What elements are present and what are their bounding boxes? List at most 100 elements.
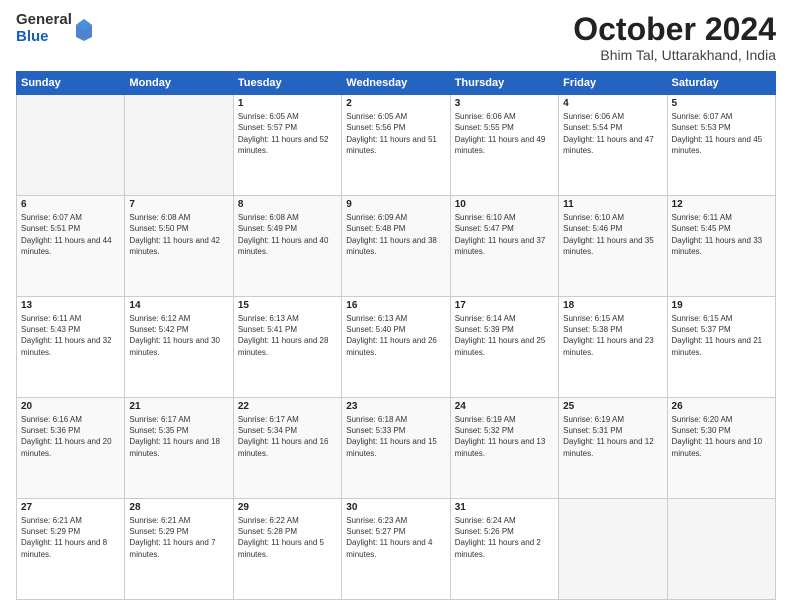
table-row — [667, 499, 775, 600]
col-tuesday: Tuesday — [233, 72, 341, 95]
day-number: 25 — [563, 401, 662, 412]
day-number: 11 — [563, 199, 662, 210]
day-number: 8 — [238, 199, 337, 210]
day-number: 9 — [346, 199, 445, 210]
logo-blue: Blue — [16, 29, 72, 46]
logo-text: General Blue — [16, 12, 72, 45]
table-row: 10 Sunrise: 6:10 AMSunset: 5:47 PMDayligh… — [450, 196, 558, 297]
page: General Blue October 2024 Bhim Tal, Utta… — [0, 0, 792, 612]
table-row — [125, 95, 233, 196]
header: General Blue October 2024 Bhim Tal, Utta… — [16, 12, 776, 63]
day-number: 21 — [129, 401, 228, 412]
location-subtitle: Bhim Tal, Uttarakhand, India — [573, 47, 776, 63]
table-row: 15 Sunrise: 6:13 AMSunset: 5:41 PMDayligh… — [233, 297, 341, 398]
day-number: 4 — [563, 98, 662, 109]
day-info: Sunrise: 6:08 AMSunset: 5:50 PMDaylight:… — [129, 212, 228, 257]
calendar-header-row: Sunday Monday Tuesday Wednesday Thursday… — [17, 72, 776, 95]
table-row: 1 Sunrise: 6:05 AMSunset: 5:57 PMDaylight… — [233, 95, 341, 196]
day-number: 10 — [455, 199, 554, 210]
day-info: Sunrise: 6:19 AMSunset: 5:31 PMDaylight:… — [563, 414, 662, 459]
calendar-table: Sunday Monday Tuesday Wednesday Thursday… — [16, 71, 776, 600]
day-info: Sunrise: 6:11 AMSunset: 5:43 PMDaylight:… — [21, 313, 120, 358]
day-info: Sunrise: 6:06 AMSunset: 5:54 PMDaylight:… — [563, 111, 662, 156]
day-number: 26 — [672, 401, 771, 412]
day-info: Sunrise: 6:08 AMSunset: 5:49 PMDaylight:… — [238, 212, 337, 257]
table-row: 8 Sunrise: 6:08 AMSunset: 5:49 PMDaylight… — [233, 196, 341, 297]
logo-general: General — [16, 12, 72, 29]
day-info: Sunrise: 6:05 AMSunset: 5:57 PMDaylight:… — [238, 111, 337, 156]
calendar-week-row: 13 Sunrise: 6:11 AMSunset: 5:43 PMDayligh… — [17, 297, 776, 398]
table-row: 5 Sunrise: 6:07 AMSunset: 5:53 PMDaylight… — [667, 95, 775, 196]
day-number: 31 — [455, 502, 554, 513]
table-row: 9 Sunrise: 6:09 AMSunset: 5:48 PMDaylight… — [342, 196, 450, 297]
title-block: October 2024 Bhim Tal, Uttarakhand, Indi… — [573, 12, 776, 63]
day-info: Sunrise: 6:22 AMSunset: 5:28 PMDaylight:… — [238, 515, 337, 560]
day-info: Sunrise: 6:19 AMSunset: 5:32 PMDaylight:… — [455, 414, 554, 459]
day-info: Sunrise: 6:06 AMSunset: 5:55 PMDaylight:… — [455, 111, 554, 156]
day-info: Sunrise: 6:16 AMSunset: 5:36 PMDaylight:… — [21, 414, 120, 459]
table-row: 27Sunrise: 6:21 AMSunset: 5:29 PMDayligh… — [17, 499, 125, 600]
day-number: 17 — [455, 300, 554, 311]
day-number: 23 — [346, 401, 445, 412]
day-number: 24 — [455, 401, 554, 412]
day-number: 30 — [346, 502, 445, 513]
col-thursday: Thursday — [450, 72, 558, 95]
table-row: 18Sunrise: 6:15 AMSunset: 5:38 PMDayligh… — [559, 297, 667, 398]
day-info: Sunrise: 6:10 AMSunset: 5:47 PMDaylight:… — [455, 212, 554, 257]
day-number: 3 — [455, 98, 554, 109]
month-title: October 2024 — [573, 12, 776, 47]
day-info: Sunrise: 6:15 AMSunset: 5:37 PMDaylight:… — [672, 313, 771, 358]
logo: General Blue — [16, 12, 94, 45]
day-number: 12 — [672, 199, 771, 210]
table-row: 24 Sunrise: 6:19 AMSunset: 5:32 PMDayligh… — [450, 398, 558, 499]
table-row: 3 Sunrise: 6:06 AMSunset: 5:55 PMDaylight… — [450, 95, 558, 196]
day-number: 1 — [238, 98, 337, 109]
table-row: 23 Sunrise: 6:18 AMSunset: 5:33 PMDayligh… — [342, 398, 450, 499]
day-number: 6 — [21, 199, 120, 210]
table-row: 31 Sunrise: 6:24 AMSunset: 5:26 PMDayligh… — [450, 499, 558, 600]
table-row: 16Sunrise: 6:13 AMSunset: 5:40 PMDayligh… — [342, 297, 450, 398]
day-info: Sunrise: 6:13 AMSunset: 5:40 PMDaylight:… — [346, 313, 445, 358]
day-info: Sunrise: 6:10 AMSunset: 5:46 PMDaylight:… — [563, 212, 662, 257]
table-row: 14Sunrise: 6:12 AMSunset: 5:42 PMDayligh… — [125, 297, 233, 398]
day-info: Sunrise: 6:13 AMSunset: 5:41 PMDaylight:… — [238, 313, 337, 358]
calendar-week-row: 1 Sunrise: 6:05 AMSunset: 5:57 PMDaylight… — [17, 95, 776, 196]
table-row: 7 Sunrise: 6:08 AMSunset: 5:50 PMDaylight… — [125, 196, 233, 297]
col-monday: Monday — [125, 72, 233, 95]
day-number: 14 — [129, 300, 228, 311]
day-number: 15 — [238, 300, 337, 311]
day-number: 19 — [672, 300, 771, 311]
day-info: Sunrise: 6:17 AMSunset: 5:35 PMDaylight:… — [129, 414, 228, 459]
col-friday: Friday — [559, 72, 667, 95]
day-number: 5 — [672, 98, 771, 109]
table-row: 6Sunrise: 6:07 AMSunset: 5:51 PMDaylight… — [17, 196, 125, 297]
day-number: 20 — [21, 401, 120, 412]
day-info: Sunrise: 6:11 AMSunset: 5:45 PMDaylight:… — [672, 212, 771, 257]
day-info: Sunrise: 6:07 AMSunset: 5:53 PMDaylight:… — [672, 111, 771, 156]
logo-icon — [74, 17, 94, 41]
table-row: 21 Sunrise: 6:17 AMSunset: 5:35 PMDayligh… — [125, 398, 233, 499]
table-row: 19 Sunrise: 6:15 AMSunset: 5:37 PMDayligh… — [667, 297, 775, 398]
table-row — [559, 499, 667, 600]
table-row: 25 Sunrise: 6:19 AMSunset: 5:31 PMDayligh… — [559, 398, 667, 499]
table-row: 30 Sunrise: 6:23 AMSunset: 5:27 PMDayligh… — [342, 499, 450, 600]
day-info: Sunrise: 6:09 AMSunset: 5:48 PMDaylight:… — [346, 212, 445, 257]
day-info: Sunrise: 6:21 AMSunset: 5:29 PMDaylight:… — [129, 515, 228, 560]
day-info: Sunrise: 6:18 AMSunset: 5:33 PMDaylight:… — [346, 414, 445, 459]
col-saturday: Saturday — [667, 72, 775, 95]
day-info: Sunrise: 6:17 AMSunset: 5:34 PMDaylight:… — [238, 414, 337, 459]
table-row: 29 Sunrise: 6:22 AMSunset: 5:28 PMDayligh… — [233, 499, 341, 600]
calendar-week-row: 20 Sunrise: 6:16 AMSunset: 5:36 PMDayligh… — [17, 398, 776, 499]
table-row: 17Sunrise: 6:14 AMSunset: 5:39 PMDayligh… — [450, 297, 558, 398]
day-number: 13 — [21, 300, 120, 311]
table-row: 4 Sunrise: 6:06 AMSunset: 5:54 PMDaylight… — [559, 95, 667, 196]
day-number: 27 — [21, 502, 120, 513]
col-sunday: Sunday — [17, 72, 125, 95]
day-number: 29 — [238, 502, 337, 513]
day-number: 7 — [129, 199, 228, 210]
day-info: Sunrise: 6:23 AMSunset: 5:27 PMDaylight:… — [346, 515, 445, 560]
day-info: Sunrise: 6:24 AMSunset: 5:26 PMDaylight:… — [455, 515, 554, 560]
col-wednesday: Wednesday — [342, 72, 450, 95]
table-row — [17, 95, 125, 196]
table-row: 12 Sunrise: 6:11 AMSunset: 5:45 PMDayligh… — [667, 196, 775, 297]
